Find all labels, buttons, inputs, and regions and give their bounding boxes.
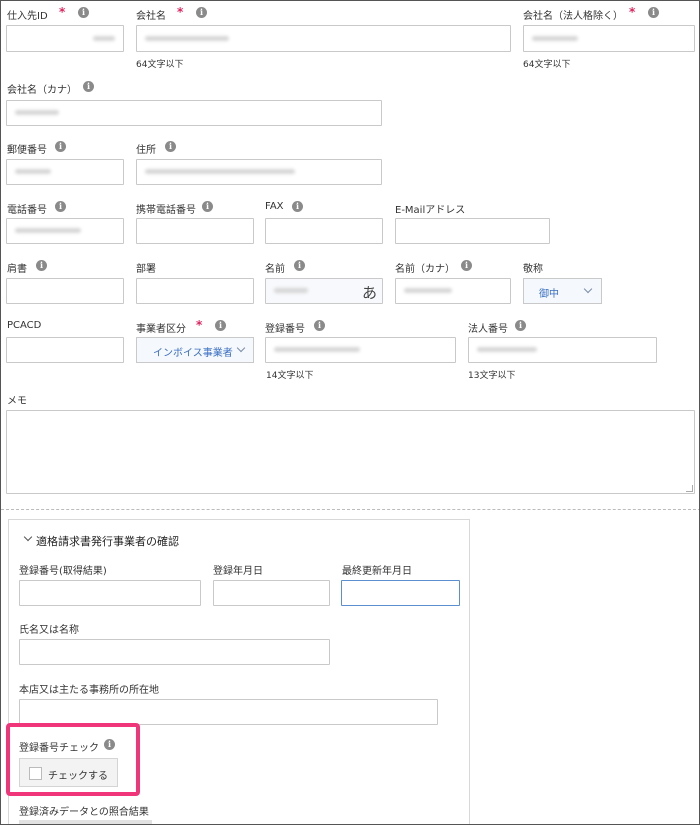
biz-type-select[interactable]: インボイス事業者 xyxy=(136,337,254,363)
info-icon[interactable]: i xyxy=(104,739,115,750)
chevron-down-icon xyxy=(236,343,246,353)
last-update-label: 最終更新年月日 xyxy=(342,566,412,577)
dept-input[interactable] xyxy=(136,278,254,304)
info-icon[interactable]: i xyxy=(294,260,305,271)
info-icon[interactable]: i xyxy=(55,201,66,212)
required-mark: * xyxy=(196,318,203,332)
last-update-input[interactable] xyxy=(341,580,460,606)
fax-input[interactable] xyxy=(265,218,383,244)
phone-input[interactable] xyxy=(6,218,124,244)
memo-textarea[interactable] xyxy=(6,410,695,494)
company-input[interactable] xyxy=(136,25,511,52)
checkbox[interactable] xyxy=(29,767,42,780)
required-mark: * xyxy=(177,5,184,19)
supplier-id-input[interactable] xyxy=(6,25,124,52)
info-icon[interactable]: i xyxy=(202,201,213,212)
honorific-select[interactable]: 御中 xyxy=(523,278,602,304)
reg-no-input[interactable] xyxy=(265,337,456,363)
supplier-id-label: 仕入先ID xyxy=(7,11,48,22)
resize-handle-icon[interactable] xyxy=(686,485,693,492)
email-label: E-Mailアドレス xyxy=(395,205,466,216)
info-icon[interactable]: i xyxy=(314,320,325,331)
info-icon[interactable]: i xyxy=(292,201,303,212)
info-icon[interactable]: i xyxy=(36,260,47,271)
reg-date-input[interactable] xyxy=(213,580,330,606)
company-short-label: 会社名（法人格除く） xyxy=(523,11,623,22)
reg-result-input[interactable] xyxy=(19,580,201,606)
mobile-input[interactable] xyxy=(136,218,254,244)
pcacd-input[interactable] xyxy=(6,337,124,363)
corp-no-note: 13文字以下 xyxy=(468,371,516,381)
match-result-label: 登録済みデータとの照合結果 xyxy=(19,807,149,818)
hq-address-label: 本店又は主たる事務所の所在地 xyxy=(19,685,159,696)
checkbox-label: チェックする xyxy=(48,771,108,782)
hq-address-input[interactable] xyxy=(19,699,438,725)
match-result-field xyxy=(19,820,152,824)
info-icon[interactable]: i xyxy=(78,7,89,18)
info-icon[interactable]: i xyxy=(515,320,526,331)
name-label: 名前 xyxy=(265,264,285,275)
name-kana-input[interactable] xyxy=(395,278,511,304)
title-label: 肩書 xyxy=(7,264,27,275)
honorific-label: 敬称 xyxy=(523,264,543,275)
info-icon[interactable]: i xyxy=(648,7,659,18)
info-icon[interactable]: i xyxy=(83,81,94,92)
pcacd-label: PCACD xyxy=(7,320,42,331)
company-short-input[interactable] xyxy=(523,25,695,52)
company-short-note: 64文字以下 xyxy=(523,60,571,70)
reg-date-label: 登録年月日 xyxy=(213,566,263,577)
name-label-2: 氏名又は名称 xyxy=(19,625,79,636)
form-frame: 仕入先ID * i 会社名 * i 64文字以下 会社名（法人格除く） * i … xyxy=(0,0,700,825)
title-input[interactable] xyxy=(6,278,124,304)
dept-label: 部署 xyxy=(136,264,156,275)
corp-no-label: 法人番号 xyxy=(468,324,508,335)
fax-label: FAX xyxy=(265,201,284,212)
info-icon[interactable]: i xyxy=(55,141,66,152)
biz-type-value: インボイス事業者 xyxy=(153,348,233,359)
honorific-value: 御中 xyxy=(539,289,559,300)
name-kana-label: 名前（カナ） xyxy=(395,264,455,275)
email-input[interactable] xyxy=(395,218,550,244)
biz-type-label: 事業者区分 xyxy=(136,324,186,335)
reg-no-label: 登録番号 xyxy=(265,324,305,335)
company-kana-input[interactable] xyxy=(6,100,382,126)
postal-label: 郵便番号 xyxy=(7,145,47,156)
postal-input[interactable] xyxy=(6,159,124,185)
address-label: 住所 xyxy=(136,145,156,156)
required-mark: * xyxy=(59,5,66,19)
reg-no-note: 14文字以下 xyxy=(266,371,314,381)
address-input[interactable] xyxy=(136,159,382,185)
name-input-2[interactable] xyxy=(19,639,330,665)
company-label: 会社名 xyxy=(136,11,166,22)
phone-label: 電話番号 xyxy=(7,205,47,216)
company-kana-label: 会社名（カナ） xyxy=(7,85,77,96)
company-note: 64文字以下 xyxy=(136,60,184,70)
info-icon[interactable]: i xyxy=(165,141,176,152)
required-mark: * xyxy=(629,5,636,19)
ime-indicator: あ xyxy=(361,284,377,302)
divider xyxy=(1,509,699,510)
name-input[interactable]: あ xyxy=(265,278,383,304)
mobile-label: 携帯電話番号 xyxy=(136,205,196,216)
reg-result-label: 登録番号(取得結果) xyxy=(19,566,107,577)
chevron-down-icon xyxy=(583,284,593,294)
reg-check-toggle[interactable]: チェックする xyxy=(19,758,118,787)
section-title[interactable]: 適格請求書発行事業者の確認 xyxy=(36,533,179,549)
reg-check-label: 登録番号チェック xyxy=(19,743,99,754)
info-icon[interactable]: i xyxy=(461,260,472,271)
corp-no-input[interactable] xyxy=(468,337,657,363)
info-icon[interactable]: i xyxy=(215,320,226,331)
memo-label: メモ xyxy=(7,396,27,407)
info-icon[interactable]: i xyxy=(196,7,207,18)
